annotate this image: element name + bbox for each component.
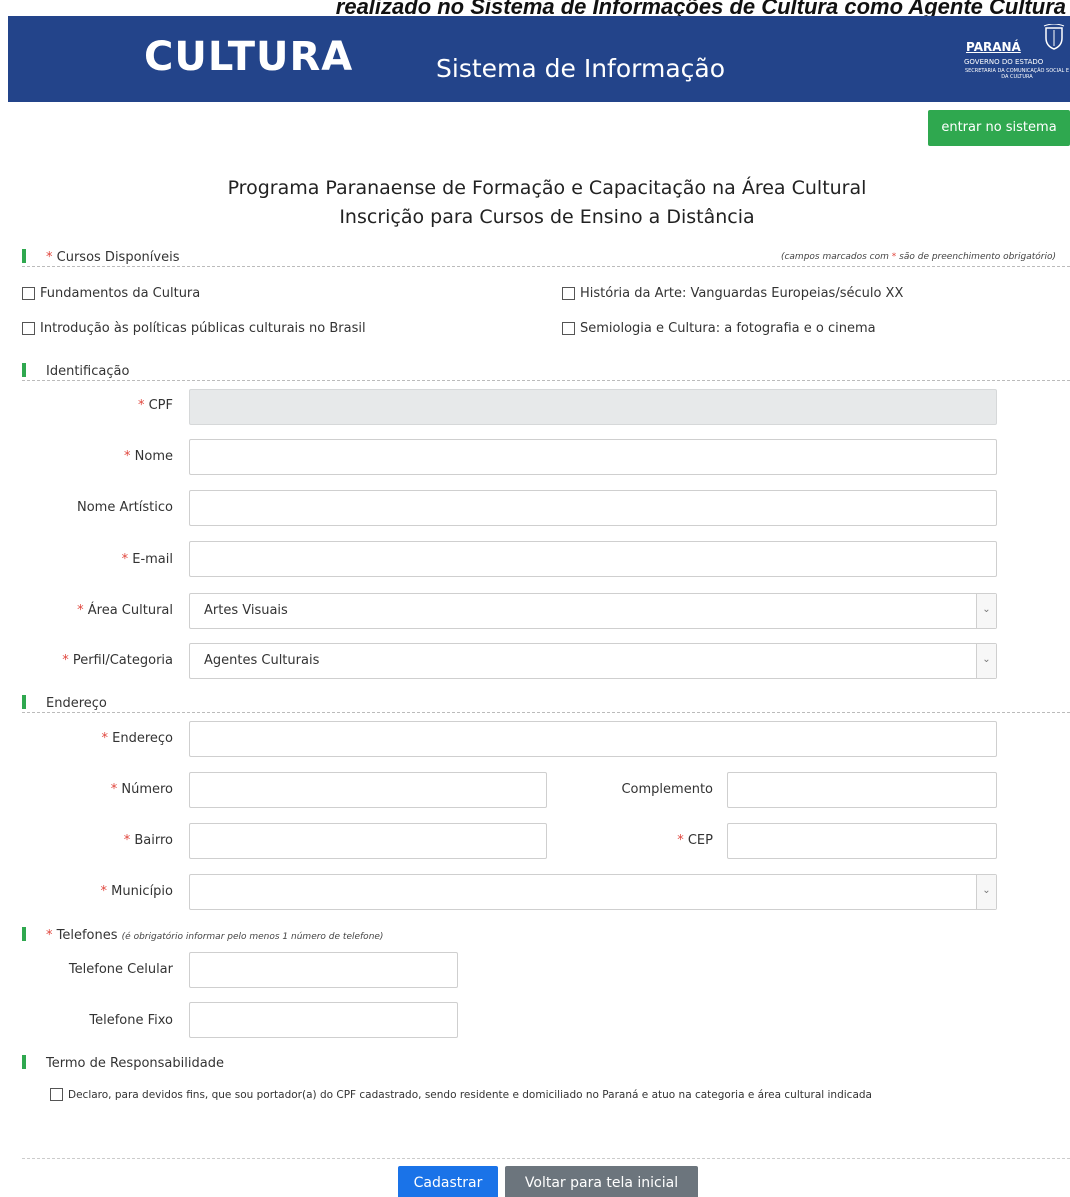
- cultural-area-value: Artes Visuais: [204, 603, 288, 618]
- section-marker: [22, 927, 26, 941]
- mobile-phone-input[interactable]: [189, 952, 458, 988]
- profile-category-select[interactable]: Agentes Culturais ⌄: [189, 643, 997, 679]
- course-checkbox[interactable]: [22, 287, 35, 300]
- section-title: Termo de Responsabilidade: [46, 1056, 224, 1071]
- section-title: Identificação: [46, 364, 130, 379]
- section-phones: * Telefones (é obrigatório informar pelo…: [22, 925, 1070, 945]
- section-identification: Identificação: [22, 361, 1070, 381]
- cultural-area-label: * Área Cultural: [77, 603, 173, 618]
- name-label: * Nome: [124, 449, 173, 464]
- section-terms: Termo de Responsabilidade: [22, 1053, 1070, 1073]
- submit-button[interactable]: Cadastrar: [398, 1166, 498, 1197]
- email-label: * E-mail: [121, 552, 173, 567]
- artistic-name-input[interactable]: [189, 490, 997, 526]
- section-marker: [22, 695, 26, 709]
- chevron-down-icon[interactable]: ⌄: [976, 594, 996, 628]
- section-title: Telefones: [56, 928, 118, 943]
- course-label: Introdução às políticas públicas cultura…: [40, 321, 366, 336]
- zip-input[interactable]: [727, 823, 997, 859]
- landline-phone-label: Telefone Fixo: [89, 1013, 173, 1028]
- cpf-input[interactable]: [189, 389, 997, 425]
- profile-category-value: Agentes Culturais: [204, 653, 320, 668]
- gov-secretariat: SECRETARIA DA COMUNICAÇÃO SOCIAL E DA CU…: [964, 68, 1070, 80]
- site-header: CULTURA Sistema de Informação PARANÁ GOV…: [8, 16, 1070, 102]
- landline-phone-input[interactable]: [189, 1002, 458, 1038]
- page-subtitle: Inscrição para Cursos de Ensino a Distân…: [339, 206, 755, 228]
- course-label: História da Arte: Vanguardas Europeias/s…: [580, 286, 904, 301]
- course-label: Semiologia e Cultura: a fotografia e o c…: [580, 321, 876, 336]
- required-mark: *: [46, 250, 53, 265]
- number-label: * Número: [110, 782, 173, 797]
- chevron-down-icon[interactable]: ⌄: [976, 875, 996, 909]
- terms-text: Declaro, para devidos fins, que sou port…: [68, 1088, 872, 1101]
- chevron-down-icon[interactable]: ⌄: [976, 644, 996, 678]
- complement-input[interactable]: [727, 772, 997, 808]
- phones-note: (é obrigatório informar pelo menos 1 núm…: [121, 932, 384, 942]
- required-mark: *: [46, 928, 53, 943]
- address-label: * Endereço: [101, 731, 173, 746]
- back-button[interactable]: Voltar para tela inicial: [505, 1166, 698, 1197]
- address-input[interactable]: [189, 721, 997, 757]
- enter-system-button[interactable]: entrar no sistema: [928, 110, 1070, 146]
- neighborhood-input[interactable]: [189, 823, 547, 859]
- section-title: Cursos Disponíveis: [56, 250, 180, 265]
- email-input[interactable]: [189, 541, 997, 577]
- neighborhood-label: * Bairro: [123, 833, 173, 848]
- number-input[interactable]: [189, 772, 547, 808]
- mobile-phone-label: Telefone Celular: [68, 962, 173, 977]
- course-checkbox[interactable]: [22, 322, 35, 335]
- form-divider: [22, 1158, 1070, 1159]
- course-checkbox[interactable]: [562, 287, 575, 300]
- gov-name: PARANÁ: [966, 40, 1021, 54]
- course-checkbox[interactable]: [562, 322, 575, 335]
- cultural-area-select[interactable]: Artes Visuais ⌄: [189, 593, 997, 629]
- artistic-name-label: Nome Artístico: [76, 500, 173, 515]
- section-marker: [22, 363, 26, 377]
- zip-label: * CEP: [677, 833, 713, 848]
- section-marker: [22, 1055, 26, 1069]
- course-option[interactable]: Fundamentos da Cultura: [22, 286, 200, 301]
- coat-of-arms-icon: [1043, 24, 1065, 50]
- course-option[interactable]: Introdução às políticas públicas cultura…: [22, 321, 366, 336]
- course-option[interactable]: Semiologia e Cultura: a fotografia e o c…: [562, 321, 876, 336]
- brand-logo: CULTURA: [144, 34, 354, 80]
- cpf-label: * CPF: [137, 398, 173, 413]
- city-select[interactable]: ⌄: [189, 874, 997, 910]
- section-marker: [22, 249, 26, 263]
- course-option[interactable]: História da Arte: Vanguardas Europeias/s…: [562, 286, 903, 301]
- course-label: Fundamentos da Cultura: [40, 286, 201, 301]
- name-input[interactable]: [189, 439, 997, 475]
- complement-label: Complemento: [621, 782, 713, 797]
- required-fields-note: (campos marcados com * são de preenchime…: [780, 252, 1056, 262]
- section-address: Endereço: [22, 693, 1070, 713]
- government-logo: PARANÁ GOVERNO DO ESTADO SECRETARIA DA C…: [956, 22, 1070, 92]
- terms-declaration[interactable]: Declaro, para devidos fins, que sou port…: [50, 1088, 872, 1101]
- profile-category-label: * Perfil/Categoria: [62, 653, 173, 668]
- city-label: * Município: [100, 884, 173, 899]
- terms-checkbox[interactable]: [50, 1088, 63, 1101]
- gov-subtitle: GOVERNO DO ESTADO: [964, 58, 1044, 66]
- page-title: Programa Paranaense de Formação e Capaci…: [227, 177, 867, 199]
- page-caption: realizado no Sistema de Informações de C…: [335, 0, 1066, 16]
- section-title: Endereço: [46, 696, 107, 711]
- brand-subtitle: Sistema de Informação: [436, 54, 726, 83]
- section-courses: * Cursos Disponíveis (campos marcados co…: [22, 247, 1070, 267]
